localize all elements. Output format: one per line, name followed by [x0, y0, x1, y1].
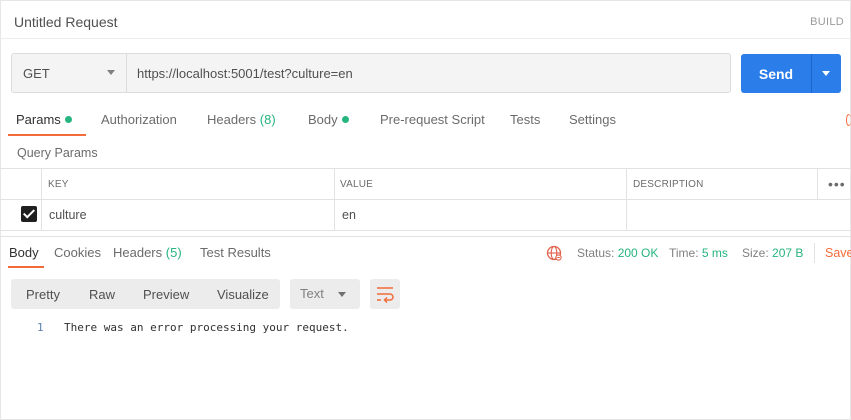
- send-options-button[interactable]: [811, 54, 841, 93]
- column-divider: [626, 168, 627, 230]
- status-separator: [814, 243, 815, 263]
- cookies-icon[interactable]: [846, 114, 851, 126]
- column-divider: [334, 168, 335, 230]
- build-button[interactable]: BUILD: [810, 16, 844, 28]
- request-title[interactable]: Untitled Request: [14, 14, 118, 30]
- more-options-icon[interactable]: •••: [828, 176, 846, 192]
- column-header-key: KEY: [48, 179, 69, 190]
- table-border: [0, 168, 851, 169]
- response-tab-cookies[interactable]: Cookies: [54, 245, 101, 260]
- response-body-text: There was an error processing your reque…: [64, 321, 349, 334]
- wrap-lines-icon[interactable]: [370, 279, 400, 309]
- headers-count: (8): [259, 112, 276, 127]
- view-visualize[interactable]: Visualize: [217, 287, 269, 302]
- tab-body[interactable]: Body: [308, 112, 349, 127]
- column-divider: [41, 168, 42, 230]
- chevron-down-icon: [338, 292, 346, 297]
- response-divider: [0, 236, 851, 237]
- view-pretty[interactable]: Pretty: [26, 287, 60, 302]
- url-text: https://localhost:5001/test?culture=en: [137, 65, 353, 81]
- view-preview[interactable]: Preview: [143, 287, 189, 302]
- time-value: 5 ms: [701, 246, 728, 260]
- size-readout: Size: 207 B: [742, 246, 804, 260]
- format-select[interactable]: Text: [290, 279, 360, 309]
- param-enabled-checkbox[interactable]: [21, 206, 37, 222]
- globe-icon[interactable]: [546, 245, 562, 261]
- method-label: GET: [23, 65, 50, 81]
- response-tab-test-results[interactable]: Test Results: [200, 245, 271, 260]
- tab-pre-request-script[interactable]: Pre-request Script: [380, 112, 485, 127]
- send-button[interactable]: Send: [741, 54, 811, 93]
- tab-settings[interactable]: Settings: [569, 112, 616, 127]
- status-value: 200 OK: [617, 246, 659, 260]
- status-readout: Status: 200 OK: [577, 246, 659, 260]
- table-border: [0, 199, 851, 200]
- url-input[interactable]: https://localhost:5001/test?culture=en: [126, 53, 731, 93]
- time-readout: Time: 5 ms: [669, 246, 728, 260]
- param-description-cell[interactable]: [634, 208, 814, 224]
- view-raw[interactable]: Raw: [89, 287, 115, 302]
- format-label: Text: [300, 286, 324, 301]
- params-indicator-dot: [64, 116, 72, 123]
- tab-tests[interactable]: Tests: [510, 112, 540, 127]
- body-indicator-dot: [341, 116, 349, 123]
- chevron-down-icon: [107, 70, 115, 75]
- query-params-title: Query Params: [17, 146, 98, 160]
- header-divider: [0, 38, 851, 39]
- column-header-description: DESCRIPTION: [633, 179, 704, 190]
- line-number: 1: [37, 321, 44, 334]
- table-border: [0, 230, 851, 231]
- column-header-value: VALUE: [340, 179, 374, 190]
- tab-headers[interactable]: Headers (8): [207, 112, 276, 127]
- response-tab-body[interactable]: Body: [9, 245, 39, 260]
- param-key-cell[interactable]: culture: [49, 208, 87, 222]
- chevron-down-icon: [822, 71, 830, 76]
- response-headers-count: (5): [165, 245, 182, 260]
- tab-params[interactable]: Params: [16, 112, 72, 127]
- size-value: 207 B: [772, 246, 804, 260]
- response-tab-headers[interactable]: Headers (5): [113, 245, 182, 260]
- method-select[interactable]: GET: [11, 53, 127, 93]
- active-response-tab-indicator: [8, 266, 44, 268]
- tab-authorization[interactable]: Authorization: [101, 112, 177, 127]
- param-value-cell[interactable]: en: [342, 208, 356, 222]
- active-tab-indicator: [8, 134, 86, 136]
- column-divider: [817, 168, 818, 199]
- save-response-button[interactable]: Save: [825, 246, 851, 260]
